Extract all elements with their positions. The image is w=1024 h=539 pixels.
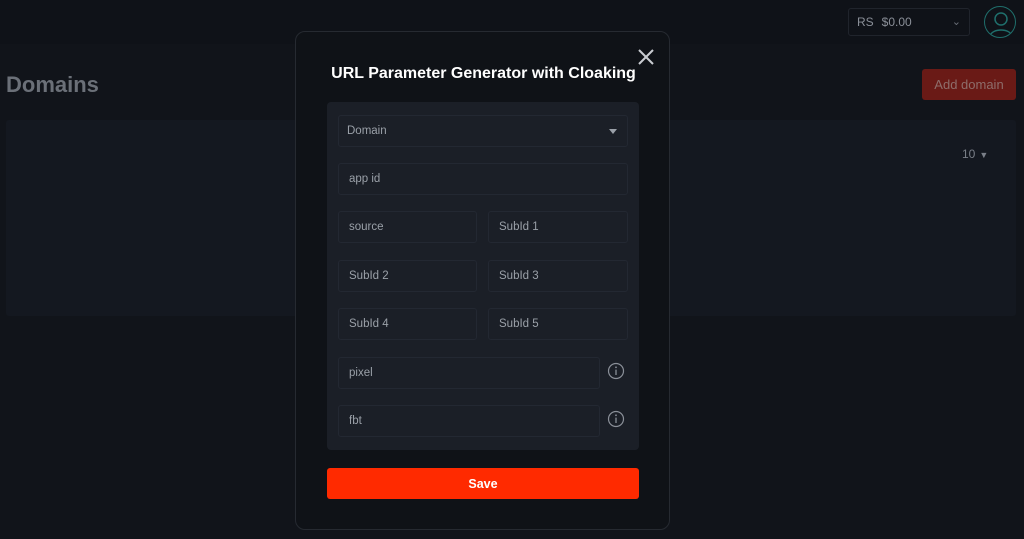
app-id-input[interactable]: app id	[338, 163, 628, 195]
info-icon[interactable]	[607, 410, 625, 428]
chevron-down-icon: ⌄	[951, 16, 961, 28]
per-page-select[interactable]: 10 ▼	[962, 147, 988, 161]
url-generator-modal: URL Parameter Generator with Cloaking Do…	[295, 31, 670, 530]
page-title: Domains	[6, 72, 99, 97]
balance-value: $0.00	[881, 15, 912, 29]
currency-symbol: RS	[857, 15, 874, 29]
fbt-input[interactable]: fbt	[338, 405, 600, 437]
info-icon[interactable]	[607, 362, 625, 380]
per-page-value: 10	[962, 147, 976, 161]
balance-dropdown[interactable]: RS $0.00 ⌄	[848, 8, 970, 36]
subid2-input[interactable]: SubId 2	[338, 260, 477, 292]
caret-down-icon	[609, 129, 617, 134]
subid1-input[interactable]: SubId 1	[488, 211, 628, 243]
domain-select[interactable]: Domain	[338, 115, 628, 147]
subid5-input[interactable]: SubId 5	[488, 308, 628, 340]
modal-title: URL Parameter Generator with Cloaking	[331, 65, 636, 82]
form-panel: Domain app id source SubId 1 SubId 2 Sub…	[327, 102, 639, 450]
pixel-input[interactable]: pixel	[338, 357, 600, 389]
save-button[interactable]: Save	[327, 468, 639, 499]
domain-select-value: Domain	[347, 125, 387, 137]
subid4-input[interactable]: SubId 4	[338, 308, 477, 340]
subid3-input[interactable]: SubId 3	[488, 260, 628, 292]
chevron-down-icon: ▼	[979, 150, 989, 160]
add-domain-button[interactable]: Add domain	[922, 69, 1016, 100]
source-input[interactable]: source	[338, 211, 477, 243]
user-avatar[interactable]	[984, 6, 1016, 38]
